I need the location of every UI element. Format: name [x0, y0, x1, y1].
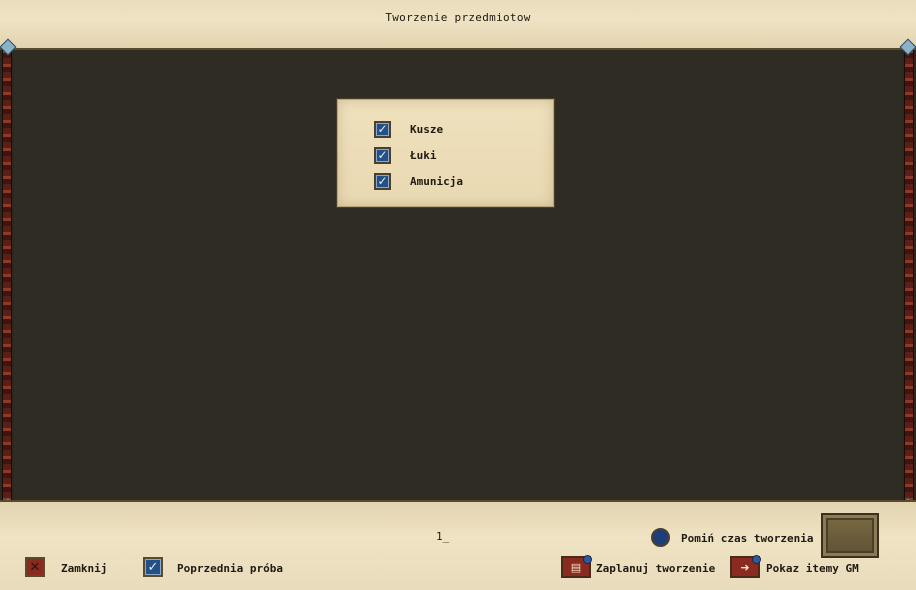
skip-time-label: Pomiń czas tworzenia	[681, 532, 814, 545]
arrow-icon: ➜	[740, 560, 750, 574]
check-icon: ✓	[377, 122, 388, 136]
filter-label: Łuki	[410, 148, 437, 162]
kusze-checkbox[interactable]: ✓	[374, 120, 391, 138]
bottom-bar	[0, 500, 916, 590]
filter-label: Amunicja	[410, 174, 463, 188]
filter-row-amunicja[interactable]: ✓ Amunicja	[374, 170, 463, 192]
left-border	[2, 44, 12, 506]
close-button[interactable]: ✕	[25, 557, 45, 577]
quantity-input[interactable]: 1_	[436, 530, 449, 543]
filter-row-luki[interactable]: ✓ Łuki	[374, 144, 437, 166]
item-slot[interactable]	[821, 513, 879, 558]
previous-attempt-label: Poprzednia próba	[177, 562, 283, 575]
indicator-dot-icon	[752, 555, 761, 564]
crafting-window: Tworzenie przedmiotow ✓ Kusze ✓ Łuki ✓ A…	[0, 0, 916, 590]
schedule-button[interactable]: ▤	[561, 555, 592, 578]
window-title: Tworzenie przedmiotow	[385, 11, 531, 24]
show-gm-items-button[interactable]: ➜	[730, 555, 761, 578]
check-icon: ✓	[147, 559, 159, 575]
schedule-label: Zaplanuj tworzenie	[596, 562, 716, 575]
right-border	[904, 44, 914, 506]
skip-time-radio[interactable]	[651, 528, 670, 547]
close-icon: ✕	[29, 559, 41, 575]
check-icon: ✓	[377, 148, 388, 162]
previous-attempt-checkbox[interactable]: ✓	[143, 557, 163, 577]
indicator-dot-icon	[583, 555, 592, 564]
show-gm-items-label: Pokaz itemy GM	[766, 562, 859, 575]
filter-label: Kusze	[410, 122, 444, 136]
title-bar: Tworzenie przedmiotow	[0, 0, 916, 50]
check-icon: ✓	[377, 174, 388, 188]
filter-row-kusze[interactable]: ✓ Kusze	[374, 118, 443, 140]
scroll-icon: ▤	[570, 560, 582, 574]
close-label: Zamknij	[61, 562, 108, 575]
category-filter-panel: ✓ Kusze ✓ Łuki ✓ Amunicja	[337, 99, 554, 207]
luki-checkbox[interactable]: ✓	[374, 146, 391, 164]
amunicja-checkbox[interactable]: ✓	[374, 172, 391, 190]
